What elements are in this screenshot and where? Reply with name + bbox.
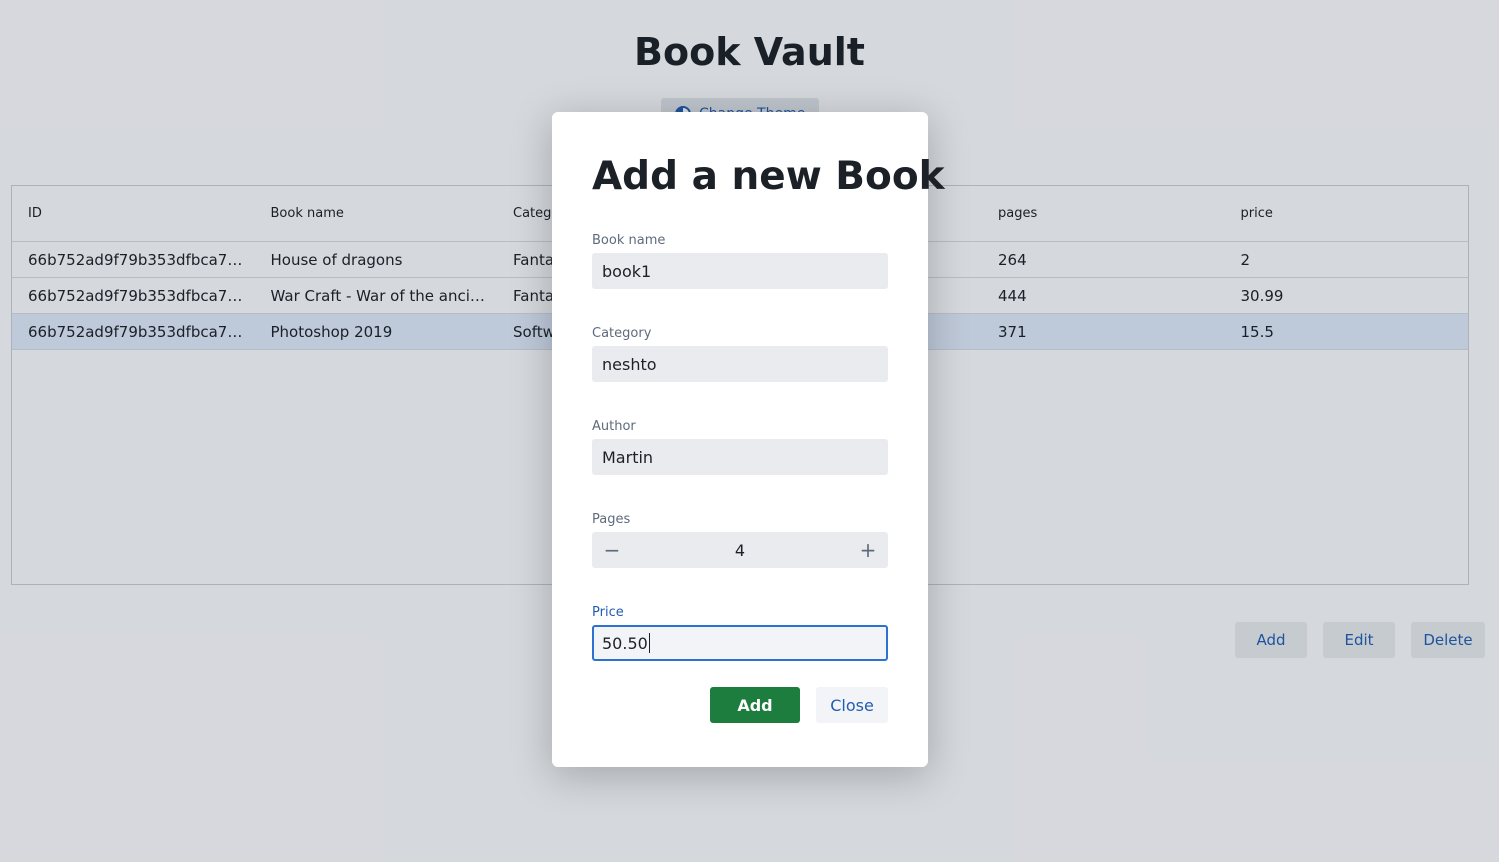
book-name-field-group: Book name book1 — [592, 233, 888, 289]
book-name-input[interactable]: book1 — [592, 253, 888, 289]
pages-stepper[interactable]: − 4 + — [592, 532, 888, 568]
category-label: Category — [592, 326, 652, 341]
dialog-add-button[interactable]: Add — [710, 687, 800, 723]
dialog-title: Add a new Book — [592, 154, 945, 199]
price-input[interactable]: 50.50 — [592, 625, 888, 661]
price-label: Price — [592, 605, 624, 620]
pages-value[interactable]: 4 — [735, 541, 745, 560]
text-caret — [648, 633, 650, 653]
add-book-dialog: Add a new Book Book name book1 Category … — [552, 112, 945, 767]
author-field-group: Author Martin — [592, 419, 888, 475]
pages-field-group: Pages − 4 + — [592, 512, 888, 568]
dialog-close-button[interactable]: Close — [816, 687, 888, 723]
book-name-label: Book name — [592, 233, 666, 248]
pages-label: Pages — [592, 512, 631, 527]
minus-icon[interactable]: − — [602, 538, 622, 562]
price-field-group: Price 50.50 — [592, 605, 888, 661]
author-label: Author — [592, 419, 636, 434]
author-input[interactable]: Martin — [592, 439, 888, 475]
category-field-group: Category neshto — [592, 326, 888, 382]
category-input[interactable]: neshto — [592, 346, 888, 382]
plus-icon[interactable]: + — [858, 538, 878, 562]
price-value: 50.50 — [602, 633, 648, 653]
